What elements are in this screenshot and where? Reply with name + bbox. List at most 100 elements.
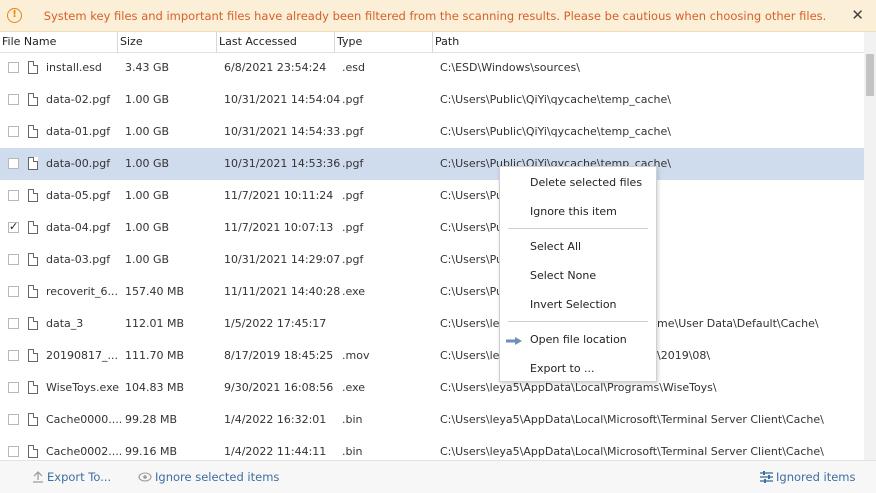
file-name: 20190817_... — [46, 349, 118, 362]
row-checkbox[interactable] — [8, 126, 19, 137]
table-row[interactable]: recoverit_6... 157.40 MB 11/11/2021 14:40:… — [0, 276, 864, 308]
file-name: data-00.pgf — [46, 157, 111, 170]
last-accessed: 9/30/2021 16:08:56 — [224, 381, 334, 394]
column-type[interactable]: Type — [335, 32, 433, 53]
file-path: C:\Users\leya5\AppData\Local\Microsoft\T… — [440, 413, 824, 426]
last-accessed: 10/31/2021 14:53:36 — [224, 157, 341, 170]
file-path: C:\Users\Public\QiYi\qycache\temp_cache\ — [440, 93, 671, 106]
ignore-selected-items-button[interactable]: Ignore selected items — [138, 470, 279, 484]
column-file-name[interactable]: File Name — [0, 32, 118, 53]
table-row[interactable]: install.esd 3.43 GB 6/8/2021 23:54:24 .esd C… — [0, 52, 864, 84]
file-name: data-04.pgf — [46, 221, 111, 234]
last-accessed: 6/8/2021 23:54:24 — [224, 61, 327, 74]
table-row[interactable]: Cache0002.... 99.16 MB 1/4/2022 11:44:11 .b… — [0, 436, 864, 460]
menu-select-all[interactable]: Select All — [530, 240, 581, 253]
file-icon — [28, 189, 38, 202]
last-accessed: 11/11/2021 14:40:28 — [224, 285, 341, 298]
file-size: 99.28 MB — [125, 413, 178, 426]
file-name: data-02.pgf — [46, 93, 111, 106]
menu-invert-selection[interactable]: Invert Selection — [530, 298, 617, 311]
row-checkbox[interactable] — [8, 158, 19, 169]
file-path: C:\ESD\Windows\sources\ — [440, 61, 580, 74]
warning-banner: ! System key files and important files h… — [0, 0, 876, 32]
column-size[interactable]: Size — [118, 32, 217, 53]
file-icon — [28, 93, 38, 106]
close-icon[interactable]: ✕ — [851, 6, 864, 24]
row-checkbox[interactable] — [8, 382, 19, 393]
export-to-button[interactable]: Export To... — [32, 470, 111, 484]
footer-bar: Export To... Ignore selected items Ignor… — [0, 460, 876, 493]
file-icon — [28, 157, 38, 170]
file-size: 3.43 GB — [125, 61, 170, 74]
column-last-accessed[interactable]: Last Accessed — [217, 32, 335, 53]
table-row[interactable]: data-04.pgf 1.00 GB 11/7/2021 10:07:13 .pgf… — [0, 212, 864, 244]
file-icon — [28, 445, 38, 458]
file-size: 1.00 GB — [125, 189, 170, 202]
file-icon — [28, 125, 38, 138]
menu-open-file-location[interactable]: Open file location — [530, 333, 627, 346]
table-row[interactable]: data-02.pgf 1.00 GB 10/31/2021 14:54:04 .pg… — [0, 84, 864, 116]
last-accessed: 10/31/2021 14:29:07 — [224, 253, 341, 266]
file-size: 99.16 MB — [125, 445, 178, 458]
row-checkbox[interactable] — [8, 286, 19, 297]
file-icon — [28, 221, 38, 234]
filter-sliders-icon — [760, 471, 773, 483]
table-row[interactable]: data_3 112.01 MB 1/5/2022 17:45:17 C:\Users… — [0, 308, 864, 340]
table-row[interactable]: data-00.pgf 1.00 GB 10/31/2021 14:53:36 .pg… — [0, 148, 864, 180]
last-accessed: 11/7/2021 10:07:13 — [224, 221, 334, 234]
file-name: Cache0002.... — [46, 445, 123, 458]
file-size: 1.00 GB — [125, 125, 170, 138]
ignored-items-button[interactable]: Ignored items — [760, 470, 856, 484]
export-icon — [33, 471, 43, 483]
file-type: .pgf — [342, 221, 364, 234]
file-type: .esd — [342, 61, 365, 74]
scrollbar-thumb[interactable] — [866, 54, 874, 96]
ignore-selected-items-label: Ignore selected items — [155, 470, 280, 484]
file-size: 1.00 GB — [125, 157, 170, 170]
file-size: 111.70 MB — [125, 349, 185, 362]
file-name: data-03.pgf — [46, 253, 111, 266]
file-type: .exe — [342, 381, 366, 394]
warning-message: System key files and important files hav… — [43, 9, 827, 23]
file-type: .pgf — [342, 253, 364, 266]
row-checkbox[interactable] — [8, 254, 19, 265]
last-accessed: 11/7/2021 10:11:24 — [224, 189, 334, 202]
menu-select-none[interactable]: Select None — [530, 269, 596, 282]
row-checkbox[interactable] — [8, 414, 19, 425]
file-path: C:\Users\leya5\AppData\Local\Programs\Wi… — [440, 381, 717, 394]
file-path-tail: \2019\08\ — [657, 349, 711, 362]
row-checkbox[interactable] — [8, 220, 19, 233]
file-size: 112.01 MB — [125, 317, 185, 330]
menu-delete-selected-files[interactable]: Delete selected files — [530, 176, 642, 189]
file-icon — [28, 413, 38, 426]
file-type: .pgf — [342, 125, 364, 138]
table-row[interactable]: data-01.pgf 1.00 GB 10/31/2021 14:54:33 .pg… — [0, 116, 864, 148]
column-path[interactable]: Path — [433, 32, 864, 53]
file-icon — [28, 285, 38, 298]
export-to-label: Export To... — [47, 470, 112, 484]
context-menu: Delete selected files Ignore this item S… — [499, 166, 657, 382]
file-type: .mov — [342, 349, 370, 362]
table-row[interactable]: data-05.pgf 1.00 GB 11/7/2021 10:11:24 .pgf… — [0, 180, 864, 212]
row-checkbox[interactable] — [8, 94, 19, 105]
row-checkbox[interactable] — [8, 318, 19, 329]
file-name: recoverit_6... — [46, 285, 118, 298]
table-row[interactable]: 20190817_... 111.70 MB 8/17/2019 18:45:25.… — [0, 340, 864, 372]
file-size: 1.00 GB — [125, 253, 170, 266]
row-checkbox[interactable] — [8, 446, 19, 457]
vertical-scrollbar[interactable] — [864, 32, 876, 460]
file-path: C:\Users\Public\QiYi\qycache\temp_cache\ — [440, 125, 671, 138]
file-icon — [28, 349, 38, 362]
menu-ignore-this-item[interactable]: Ignore this item — [530, 205, 617, 218]
file-path: C:\Users\leya5\AppData\Local\Microsoft\T… — [440, 445, 824, 458]
file-icon — [28, 61, 38, 74]
table-row[interactable]: Cache0000.... 99.28 MB 1/4/2022 16:32:01 .b… — [0, 404, 864, 436]
row-checkbox[interactable] — [8, 350, 19, 361]
row-checkbox[interactable] — [8, 62, 19, 73]
table-row[interactable]: WiseToys.exe 104.83 MB 9/30/2021 16:08:56.… — [0, 372, 864, 404]
file-type: .bin — [342, 445, 363, 458]
table-row[interactable]: data-03.pgf 1.00 GB 10/31/2021 14:29:07 .pg… — [0, 244, 864, 276]
last-accessed: 1/5/2022 17:45:17 — [224, 317, 327, 330]
row-checkbox[interactable] — [8, 190, 19, 201]
menu-export-to[interactable]: Export to ... — [530, 362, 595, 375]
